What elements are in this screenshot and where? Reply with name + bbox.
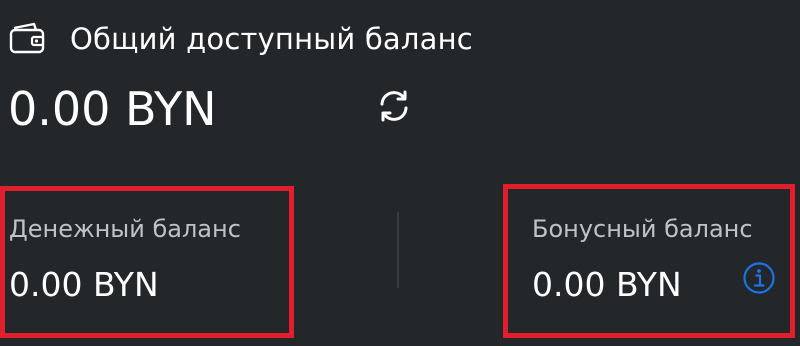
bonus-balance-amount: 0.00 BYN bbox=[532, 265, 682, 304]
cash-balance-label: Денежный баланс bbox=[9, 215, 241, 243]
bonus-balance-card: Бонусный баланс 0.00 BYN bbox=[503, 184, 795, 338]
balance-header: Общий доступный баланс bbox=[8, 22, 473, 56]
cash-balance-amount: 0.00 BYN bbox=[9, 265, 159, 304]
info-icon[interactable] bbox=[742, 261, 776, 295]
total-balance-amount: 0.00 BYN bbox=[8, 82, 217, 136]
cash-balance-card: Денежный баланс 0.00 BYN bbox=[0, 186, 294, 338]
refresh-button[interactable] bbox=[372, 86, 416, 130]
wallet-icon bbox=[8, 22, 48, 56]
balance-title: Общий доступный баланс bbox=[70, 22, 473, 56]
bonus-balance-label: Бонусный баланс bbox=[532, 215, 753, 243]
balance-panel: Общий доступный баланс 0.00 BYN Денежный… bbox=[0, 0, 800, 346]
refresh-icon bbox=[375, 87, 413, 129]
balance-divider bbox=[397, 212, 399, 288]
